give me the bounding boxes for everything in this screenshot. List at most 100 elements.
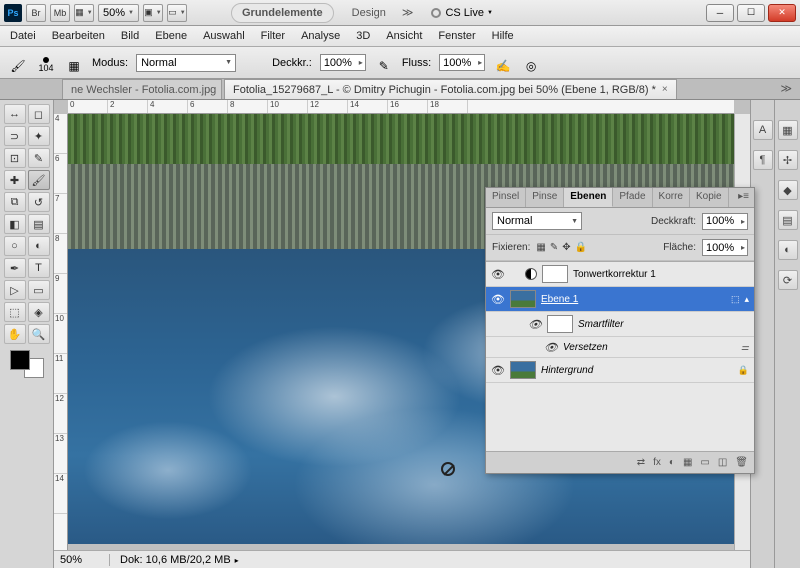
tool-preset-icon[interactable]: 🖌 xyxy=(8,53,28,73)
panel-deckkraft-input[interactable]: 100% xyxy=(702,213,748,230)
visibility-icon[interactable]: 👁 xyxy=(491,267,505,281)
channels-icon[interactable]: ◐ xyxy=(778,240,798,260)
type-tool[interactable]: T xyxy=(28,258,50,278)
lock-transparency-icon[interactable]: ▦ xyxy=(536,242,545,253)
fluss-input[interactable]: 100% xyxy=(439,54,485,71)
menu-fenster[interactable]: Fenster xyxy=(438,30,475,42)
fx-icon[interactable]: fx xyxy=(653,457,661,468)
tab-overflow-icon[interactable]: ≫ xyxy=(772,79,800,99)
marquee-tool[interactable]: ◻ xyxy=(28,104,50,124)
layer-versetzen[interactable]: 👁 Versetzen ⚌ xyxy=(486,337,754,358)
status-docsize[interactable]: Dok: 10,6 MB/20,2 MB xyxy=(120,554,239,566)
zoom-tool[interactable]: 🔍 xyxy=(28,324,50,344)
maximize-button[interactable]: ☐ xyxy=(737,4,765,22)
zoom-select[interactable]: 50% xyxy=(98,4,139,22)
flaeche-input[interactable]: 100% xyxy=(702,239,748,256)
panel-tab-ebenen[interactable]: Ebenen xyxy=(564,188,613,207)
layer-ebene1[interactable]: 👁 Ebene 1 ⬚ ▴ xyxy=(486,287,754,312)
menu-auswahl[interactable]: Auswahl xyxy=(203,30,245,42)
minimize-button[interactable]: ─ xyxy=(706,4,734,22)
panel-tab-korrekturen[interactable]: Korre xyxy=(653,188,690,207)
eyedropper-tool[interactable]: ✎ xyxy=(28,148,50,168)
hand-tool[interactable]: ✋ xyxy=(4,324,26,344)
document-tab-inactive[interactable]: ne Wechsler - Fotolia.com.jpg× xyxy=(62,79,222,99)
layer-tonwert[interactable]: 👁 Tonwertkorrektur 1 xyxy=(486,262,754,287)
stamp-tool[interactable]: ⧉ xyxy=(4,192,26,212)
link-layers-icon[interactable]: ⇄ xyxy=(637,457,645,468)
layer-mask-thumb[interactable] xyxy=(542,265,568,283)
history-brush-tool[interactable]: ↺ xyxy=(28,192,50,212)
menu-datei[interactable]: Datei xyxy=(10,30,36,42)
type-panel-icon[interactable]: A xyxy=(753,120,773,140)
adjustments-icon[interactable]: ✢ xyxy=(778,150,798,170)
layer-thumb[interactable] xyxy=(510,290,536,308)
layer-smartfilter[interactable]: 👁 Smartfilter xyxy=(486,312,754,337)
group-icon[interactable]: ▭ xyxy=(700,457,709,468)
gradient-tool[interactable]: ▤ xyxy=(28,214,50,234)
brush-tool[interactable]: 🖌 xyxy=(28,170,50,190)
brush-preview[interactable]: 104 xyxy=(36,53,56,73)
menu-bearbeiten[interactable]: Bearbeiten xyxy=(52,30,105,42)
new-layer-icon[interactable]: ◫ xyxy=(718,457,727,468)
tab-close-icon[interactable]: × xyxy=(662,84,668,95)
dodge-tool[interactable]: ◐ xyxy=(28,236,50,256)
visibility-icon[interactable]: 👁 xyxy=(528,317,542,331)
visibility-icon[interactable]: 👁 xyxy=(491,292,505,306)
filter-mask-thumb[interactable] xyxy=(547,315,573,333)
layers-icon[interactable]: ▤ xyxy=(778,210,798,230)
menu-3d[interactable]: 3D xyxy=(356,30,370,42)
filter-options-icon[interactable]: ⚌ xyxy=(741,342,749,353)
modus-select[interactable]: Normal xyxy=(136,54,236,72)
layer-name[interactable]: Versetzen xyxy=(563,342,736,353)
workspace-active[interactable]: Grundelemente xyxy=(231,3,334,23)
panel-tab-kopie[interactable]: Kopie xyxy=(690,188,729,207)
move-tool[interactable]: ↔ xyxy=(4,104,26,124)
menu-analyse[interactable]: Analyse xyxy=(301,30,340,42)
layer-name[interactable]: Tonwertkorrektur 1 xyxy=(573,269,749,280)
styles-icon[interactable]: ◆ xyxy=(778,180,798,200)
layer-hintergrund[interactable]: 👁 Hintergrund 🔒 xyxy=(486,358,754,383)
screenmode-button[interactable]: ▭ xyxy=(167,4,187,22)
status-zoom[interactable]: 50% xyxy=(60,554,110,566)
layer-name[interactable]: Smartfilter xyxy=(578,319,749,330)
visibility-icon[interactable]: 👁 xyxy=(491,363,505,377)
visibility-icon[interactable]: 👁 xyxy=(544,340,558,354)
menu-filter[interactable]: Filter xyxy=(261,30,285,42)
cs-live[interactable]: CS Live ▼ xyxy=(431,7,492,19)
deckkraft-input[interactable]: 100% xyxy=(320,54,366,71)
tablet-pressure-icon[interactable]: ◎ xyxy=(521,53,541,73)
document-tab-active[interactable]: Fotolia_15279687_L - © Dmitry Pichugin -… xyxy=(224,79,677,99)
blur-tool[interactable]: ○ xyxy=(4,236,26,256)
adjustment-new-icon[interactable]: ▦ xyxy=(683,457,692,468)
collapse-icon[interactable]: ▴ xyxy=(744,294,749,305)
menu-hilfe[interactable]: Hilfe xyxy=(492,30,514,42)
trash-icon[interactable]: 🗑 xyxy=(735,457,748,468)
close-button[interactable]: ✕ xyxy=(768,4,796,22)
panel-tab-pfade[interactable]: Pfade xyxy=(613,188,652,207)
layer-name[interactable]: Hintergrund xyxy=(541,365,733,376)
path-select-tool[interactable]: ▷ xyxy=(4,280,26,300)
eraser-tool[interactable]: ◧ xyxy=(4,214,26,234)
lasso-tool[interactable]: ⊃ xyxy=(4,126,26,146)
pen-tool[interactable]: ✒ xyxy=(4,258,26,278)
minibridge-button[interactable]: Mb xyxy=(50,4,70,22)
color-swatch[interactable] xyxy=(10,350,44,378)
panel-tab-pinsel[interactable]: Pinsel xyxy=(486,188,526,207)
bridge-button[interactable]: Br xyxy=(26,4,46,22)
shape-tool[interactable]: ▭ xyxy=(28,280,50,300)
menu-bild[interactable]: Bild xyxy=(121,30,139,42)
mask-icon[interactable]: ◐ xyxy=(669,457,675,468)
paragraph-panel-icon[interactable]: ¶ xyxy=(753,150,773,170)
menu-ebene[interactable]: Ebene xyxy=(155,30,187,42)
layer-thumb[interactable] xyxy=(510,361,536,379)
panel-tab-pinsel2[interactable]: Pinse xyxy=(526,188,564,207)
lock-move-icon[interactable]: ✥ xyxy=(562,242,570,253)
workspace-design[interactable]: Design xyxy=(342,3,396,23)
swatches-icon[interactable]: ▦ xyxy=(778,120,798,140)
brush-panel-icon[interactable]: ▦ xyxy=(64,53,84,73)
view-extras-button[interactable]: ▦ xyxy=(74,4,94,22)
crop-tool[interactable]: ⊡ xyxy=(4,148,26,168)
wand-tool[interactable]: ✦ xyxy=(28,126,50,146)
workspace-more-icon[interactable]: ≫ xyxy=(402,6,414,19)
3d-tool[interactable]: ⬚ xyxy=(4,302,26,322)
